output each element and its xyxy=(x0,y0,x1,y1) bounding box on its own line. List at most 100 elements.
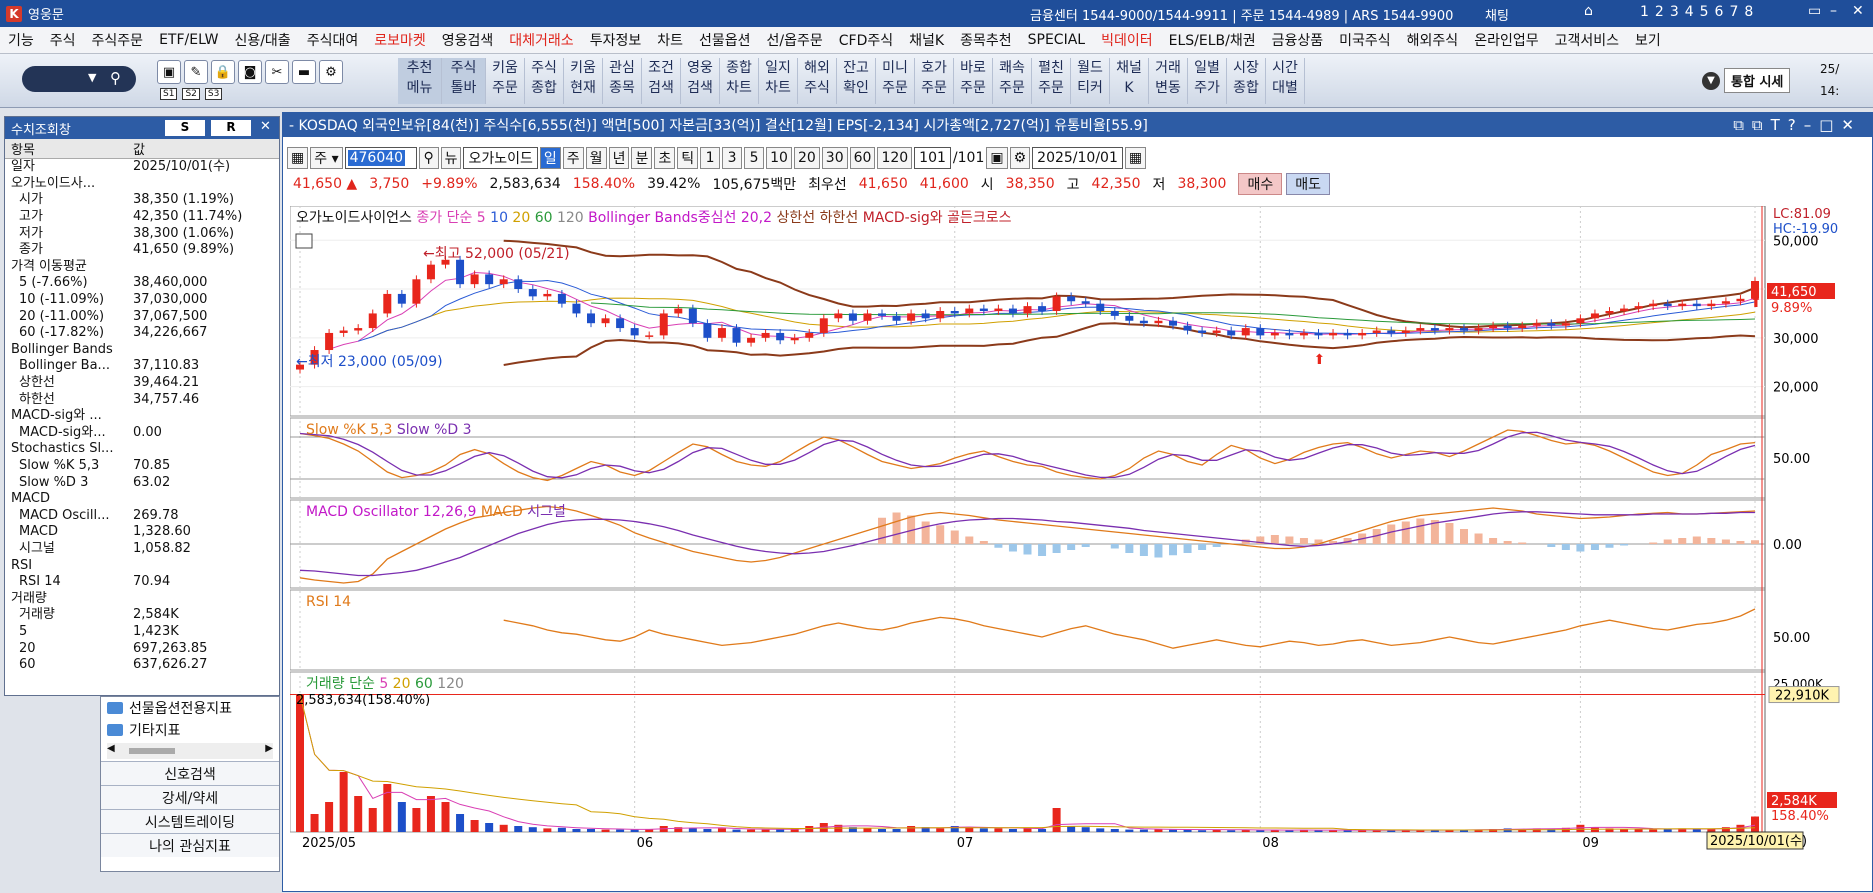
tree-item[interactable]: 선물옵션전용지표 xyxy=(101,697,279,719)
candle[interactable] xyxy=(1023,306,1032,314)
date-input[interactable]: 2025/10/01 xyxy=(1032,147,1123,169)
candle[interactable] xyxy=(1081,301,1090,304)
menu-item[interactable]: 주식 xyxy=(42,30,84,50)
toolbar-button[interactable]: 관심 종목 xyxy=(603,58,642,104)
volume-bar[interactable] xyxy=(426,796,435,832)
menu-item[interactable]: 금융상품 xyxy=(1264,30,1332,50)
volume-bar[interactable] xyxy=(907,826,916,832)
minimize-icon[interactable]: – xyxy=(1830,3,1837,19)
volume-bar[interactable] xyxy=(1751,816,1759,832)
toolbar-button[interactable]: 종합 차트 xyxy=(720,58,759,104)
monitor-icon[interactable]: ▭ xyxy=(1808,3,1821,19)
gear-icon[interactable]: ⚙ xyxy=(319,60,343,84)
candle[interactable] xyxy=(325,332,334,351)
menu-item[interactable]: 기능 xyxy=(0,30,42,50)
candle[interactable] xyxy=(674,308,683,314)
volume-bar[interactable] xyxy=(310,814,319,832)
volume-bar[interactable] xyxy=(1227,830,1236,832)
interval-button[interactable]: 5 xyxy=(744,147,765,169)
layout-icon[interactable]: ▦ xyxy=(287,147,309,169)
period-button[interactable]: 일 xyxy=(539,147,561,169)
screen-page-tabs[interactable]: 12345678 xyxy=(1640,4,1759,20)
toolbar-button[interactable]: 일별 주가 xyxy=(1188,58,1227,104)
toolbar-button[interactable]: 일지 차트 xyxy=(759,58,798,104)
candle[interactable] xyxy=(907,313,916,321)
close-icon[interactable]: ✕ xyxy=(260,119,271,134)
toolbar-button[interactable]: 바로 주문 xyxy=(954,58,993,104)
menu-item[interactable]: 미국주식 xyxy=(1331,30,1399,50)
candle[interactable] xyxy=(1270,332,1279,336)
volume-bar[interactable] xyxy=(587,829,595,832)
candle[interactable] xyxy=(1169,320,1177,326)
toolbar-search-box[interactable]: ▼ ⚲ xyxy=(22,66,136,92)
candle[interactable] xyxy=(1460,328,1468,331)
volume-bar[interactable] xyxy=(354,796,363,832)
candle[interactable] xyxy=(354,328,363,331)
candle[interactable] xyxy=(412,279,421,304)
candle[interactable] xyxy=(805,332,814,338)
menu-item[interactable]: 고객서비스 xyxy=(1547,30,1627,50)
toolbar-button[interactable]: 월드 티커 xyxy=(1071,58,1110,104)
chevron-down-icon[interactable]: ▼ xyxy=(1702,71,1720,90)
scissors-icon[interactable]: ✂ xyxy=(265,60,289,84)
close-icon[interactable]: ✕ xyxy=(1852,3,1864,19)
volume-bar[interactable] xyxy=(528,827,537,832)
candle[interactable] xyxy=(1576,318,1585,324)
chart-pane[interactable] xyxy=(290,671,1766,833)
menu-item[interactable]: 온라인업무 xyxy=(1466,30,1546,50)
candle[interactable] xyxy=(776,332,785,341)
volume-bar[interactable] xyxy=(1081,827,1090,832)
candle[interactable] xyxy=(630,328,639,336)
candle[interactable] xyxy=(383,293,392,314)
buy-button[interactable]: 매수 xyxy=(1238,173,1283,195)
period-button[interactable]: 월 xyxy=(585,147,607,169)
tree-item[interactable]: 기타지표 xyxy=(101,719,279,741)
search-icon[interactable]: ⚲ xyxy=(110,69,121,87)
menu-item[interactable]: 로보마켓 xyxy=(366,30,434,50)
gear-icon[interactable]: ⚙ xyxy=(1009,147,1031,169)
candle[interactable] xyxy=(863,313,872,321)
menu-item[interactable]: 보기 xyxy=(1627,30,1669,50)
candle[interactable] xyxy=(1416,328,1425,331)
volume-bar[interactable] xyxy=(397,802,406,832)
tree-button[interactable]: 신호검색 xyxy=(101,761,279,785)
candle[interactable] xyxy=(1067,296,1076,302)
candle[interactable] xyxy=(761,332,770,338)
volume-bar[interactable] xyxy=(1649,829,1658,832)
interval-button[interactable]: 120 xyxy=(877,147,913,169)
period-button[interactable]: 주 xyxy=(562,147,584,169)
toolbar-button[interactable]: 거래 변동 xyxy=(1149,58,1188,104)
volume-bar[interactable] xyxy=(616,829,625,832)
candle[interactable] xyxy=(1736,298,1745,302)
screen-slot-label[interactable]: S2 xyxy=(182,88,200,100)
candle[interactable] xyxy=(368,313,377,329)
candle[interactable] xyxy=(1125,315,1134,321)
candle[interactable] xyxy=(572,303,581,314)
candle[interactable] xyxy=(747,337,756,343)
candle[interactable] xyxy=(892,315,901,321)
toolbar-button[interactable]: 채널 K xyxy=(1110,58,1149,104)
candle[interactable] xyxy=(1518,325,1527,329)
candle[interactable] xyxy=(485,274,494,285)
menu-item[interactable]: 주식주문 xyxy=(84,30,152,50)
tree-button[interactable]: 강세/약세 xyxy=(101,785,279,809)
candle[interactable] xyxy=(1299,332,1308,336)
r-button[interactable]: R xyxy=(211,120,251,136)
candle[interactable] xyxy=(1212,330,1221,333)
candle[interactable] xyxy=(1620,308,1629,311)
volume-bar[interactable] xyxy=(1125,829,1134,832)
candle[interactable] xyxy=(703,323,712,338)
candle[interactable] xyxy=(1692,303,1701,307)
volume-bar[interactable] xyxy=(572,829,581,832)
candle[interactable] xyxy=(1445,328,1454,331)
candle[interactable] xyxy=(878,313,886,316)
volume-bar[interactable] xyxy=(688,828,697,832)
candle[interactable] xyxy=(1503,325,1512,329)
candle[interactable] xyxy=(1096,303,1105,311)
chart-area[interactable]: 2025/050607080910/0150,00040,00030,00020… xyxy=(290,206,1870,852)
candle[interactable] xyxy=(528,289,537,297)
candle[interactable] xyxy=(587,313,595,324)
volume-bar[interactable] xyxy=(703,829,712,832)
volume-bar[interactable] xyxy=(747,829,756,832)
candle[interactable] xyxy=(601,318,610,324)
